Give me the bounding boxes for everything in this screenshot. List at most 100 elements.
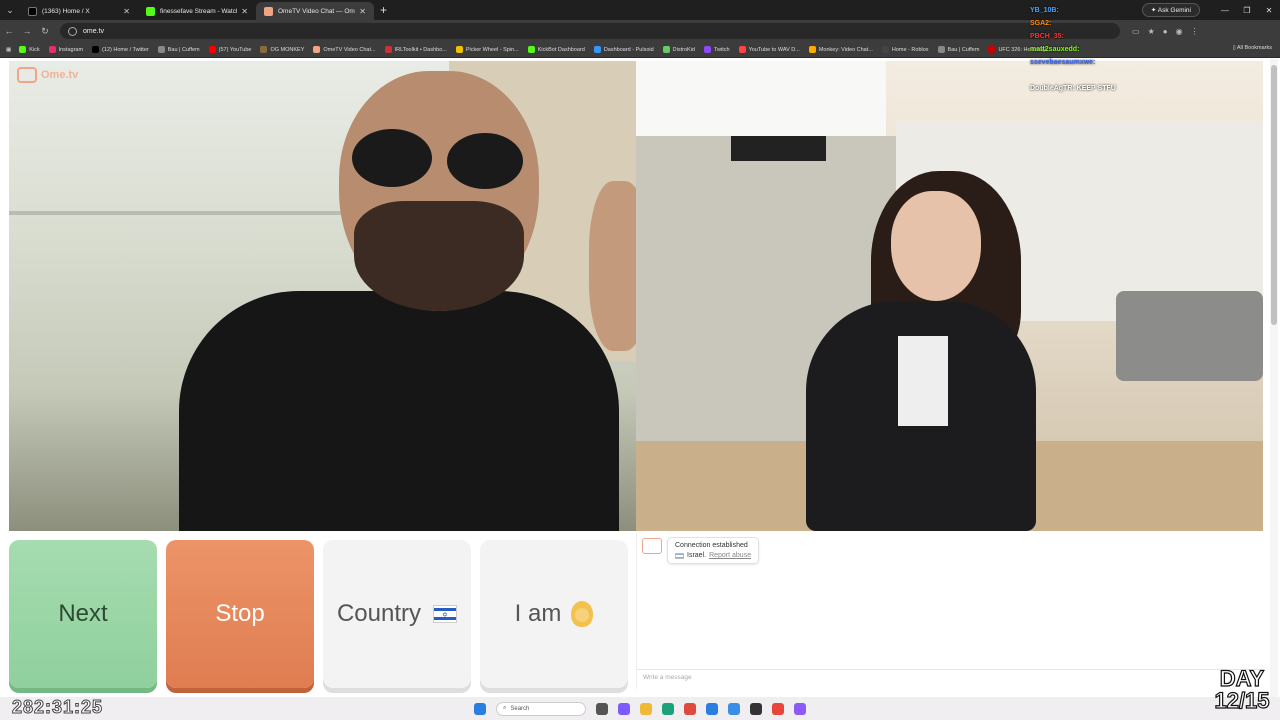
bookmark-item[interactable]: (12) Home / Twitter [92,46,149,53]
store-icon[interactable] [706,702,718,715]
bookmark-item[interactable]: Picker Wheel - Spin... [455,46,519,53]
ometv-avatar-icon [642,538,662,554]
stream-chat-message [1030,69,1180,82]
copilot-icon[interactable] [618,702,630,715]
all-bookmarks-button[interactable]: ▯ All Bookmarks [1233,45,1272,51]
taskbar-search[interactable]: ⌕ Search [496,701,586,716]
url-input[interactable]: ome.tv [60,23,1120,39]
person-hand [589,181,636,351]
stream-chat-overlay: YB_10B: SGA2: PBCH_35: matt2sauxedd: sseveba… [1030,4,1180,108]
bookmark-item[interactable]: Bau | Cuffem [157,46,200,53]
bookmark-item[interactable]: OmeTV Video Chat... [313,46,376,53]
back-icon[interactable]: ← [0,26,18,36]
file-explorer-icon[interactable] [640,702,652,715]
reload-icon[interactable]: ↻ [36,26,54,37]
chrome-icon[interactable] [684,702,696,715]
kick-logo-icon [146,6,155,16]
bookmark-item[interactable]: Kick [19,46,40,53]
bookmark-favicon-icon [384,46,392,53]
bookmark-favicon-icon [937,46,945,53]
bookmark-favicon-icon [313,46,321,53]
stream-chat-message: PBCH_35: [1030,33,1064,40]
bookmark-favicon-icon [92,46,100,53]
x-logo-icon [28,6,37,16]
bookmark-favicon-icon [260,46,268,53]
minimize-icon[interactable]: — [1214,6,1236,15]
message-input[interactable]: Write a message [637,669,1264,685]
bookmark-item[interactable]: Home - Roblox [881,46,929,53]
bookmark-item[interactable]: OG MONKEY [260,46,304,53]
tab-ometv[interactable]: OmeTV Video Chat — Ome ✕ [256,2,374,20]
ometv-logo-icon [264,6,273,16]
chat-panel: Connection established Israel. Report ab… [636,533,1264,689]
israel-flag-icon: ✡ [433,605,458,623]
connection-status: Connection established [675,542,748,549]
stop-button[interactable]: Stop [166,540,314,688]
person-shirt [898,336,948,426]
bookmark-item[interactable]: DistroKid [662,46,695,53]
country-button[interactable]: Country ✡ [323,540,471,688]
close-tab-icon[interactable]: ✕ [359,7,366,16]
report-abuse-link[interactable]: Report abuse [709,552,751,559]
new-tab-button[interactable]: + [380,3,387,17]
ometv-logo: Ome.tv [17,67,78,83]
sunglasses-icon [447,133,523,189]
bookmark-item[interactable]: YouTube to WAV D... [738,46,800,53]
bookmark-item[interactable]: Monkey: Video Chat... [808,46,873,53]
menu-icon[interactable]: ⋮ [1191,27,1199,36]
windows-start-icon[interactable] [474,702,486,715]
woman-emoji-icon [571,601,594,627]
bookmark-favicon-icon [527,46,535,53]
bookmark-favicon-icon [455,46,463,53]
bookmark-item[interactable]: KickBot Dashboard [527,46,585,53]
person-face [891,191,981,301]
apps-icon[interactable]: ▦ [6,47,11,53]
weedmaps-sign [731,136,826,161]
tab-search-icon[interactable]: ⌄ [0,0,20,20]
stream-chat-message: YB_10B: [1030,7,1059,14]
person-body [179,291,619,531]
mail-icon[interactable] [728,702,740,715]
task-view-icon[interactable] [596,702,608,715]
page-scrollbar[interactable] [1270,59,1278,699]
bookmark-item[interactable]: Twitch [703,46,730,53]
next-button[interactable]: Next [9,540,157,688]
bookmark-favicon-icon [157,46,165,53]
scrollbar-thumb[interactable] [1271,65,1277,325]
restore-icon[interactable]: ❐ [1236,6,1258,15]
bookmark-item[interactable]: Instagram [48,46,83,53]
bookmark-favicon-icon [808,46,816,53]
stream-chat-message [1030,95,1180,108]
sunglasses-icon [352,129,432,187]
bookmark-favicon-icon [703,46,711,53]
forward-icon[interactable]: → [18,26,36,36]
stream-chat-message: matt2sauxedd: [1030,46,1080,53]
edge-icon[interactable] [662,702,674,715]
site-info-icon[interactable] [68,26,77,36]
obs-icon[interactable] [750,702,762,715]
stream-chat-message: SGA2: [1030,20,1052,27]
remote-video: Ome.tv [9,61,636,531]
gender-button[interactable]: I am [480,540,628,688]
bookmark-item[interactable]: Bau | Cuffem [937,46,979,53]
bookmark-favicon-icon [738,46,746,53]
bookmark-item[interactable]: (57) YouTube [208,46,251,53]
bookmark-favicon-icon [662,46,670,53]
bookmark-favicon-icon [593,46,601,53]
bookmark-item[interactable]: IRLToolkit • Dashbo... [384,46,447,53]
bookmark-favicon-icon [881,46,889,53]
close-window-icon[interactable]: ✕ [1258,6,1280,15]
bookmark-favicon-icon [988,46,996,53]
israel-flag-icon [675,552,684,559]
tab-kick[interactable]: finessefave Stream - Watch Live ✕ [138,2,256,20]
bookmark-favicon-icon [208,46,216,53]
bookmark-favicon-icon [48,46,56,53]
tab-x[interactable]: (1363) Home / X ✕ [20,2,138,20]
close-tab-icon[interactable]: ✕ [241,7,248,16]
bookmark-item[interactable]: Dashboard - Pulsoid [593,46,654,53]
app-icon[interactable] [794,702,806,715]
ometv-page: Ome.tv Next Stop Country ✡ I am Connecti… [0,59,1280,699]
chrome-icon[interactable] [772,702,784,715]
banner [636,61,886,136]
close-tab-icon[interactable]: ✕ [123,7,130,16]
